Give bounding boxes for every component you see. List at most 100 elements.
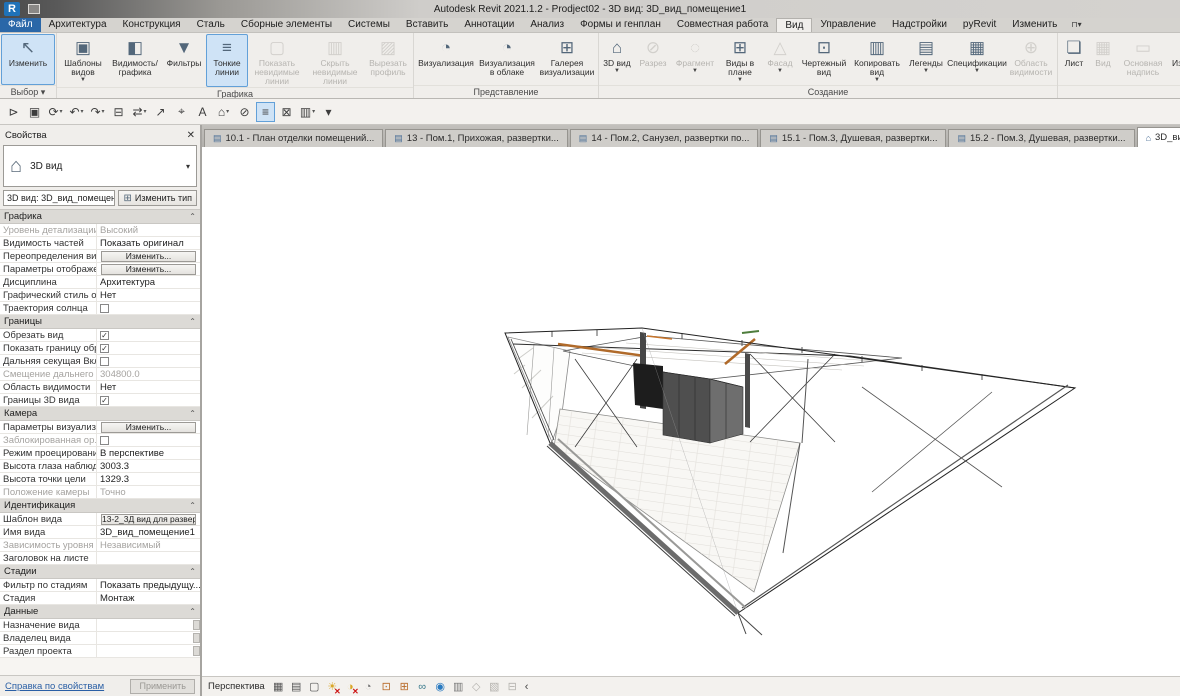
apply-button[interactable]: Применить [130, 678, 195, 694]
rendering-dialog-icon[interactable]: ◔ [360, 679, 377, 695]
temporary-view-properties-icon[interactable]: ▥ [450, 679, 467, 695]
property-value[interactable]: 3003.3 [97, 460, 200, 472]
collapse-arrow-icon[interactable]: ‹ [525, 681, 529, 693]
property-value[interactable]: ✓ [97, 394, 200, 406]
property-value[interactable] [97, 645, 193, 657]
menu-tab-pyrevit[interactable]: pyRevit [955, 18, 1004, 32]
ribbon-button-modify[interactable]: ↖ Изменить [1, 34, 55, 85]
ribbon-button-visibility-graphics[interactable]: ◧ Видимость/ графика [108, 34, 162, 87]
qat-undo-icon[interactable]: ↶ ▾ [67, 102, 86, 122]
menu-tab-addins[interactable]: Надстройки [884, 18, 955, 32]
property-edit-button[interactable]: Изменить... [101, 264, 196, 275]
checkbox-checked[interactable]: ✓ [100, 396, 109, 405]
property-value[interactable] [97, 302, 200, 314]
ribbon-button-sheet[interactable]: ❏ Лист [1059, 34, 1089, 85]
ribbon-button-plan-views[interactable]: ⊞ Виды в плане ▼ [718, 34, 762, 85]
menu-tab-structure[interactable]: Конструкция [115, 18, 189, 32]
sun-path-icon[interactable]: ☀ ✕ [324, 679, 340, 696]
property-value[interactable]: ✓ [97, 342, 200, 354]
section-header-Границы[interactable]: Границы ⌃ [0, 315, 200, 329]
visual-style-icon[interactable]: ▢ [306, 679, 323, 695]
checkbox-checked[interactable]: ✓ [100, 331, 109, 340]
scale-icon[interactable]: ▦ [270, 679, 287, 695]
property-value[interactable]: 1329.3 [97, 473, 200, 485]
section-header-Графика[interactable]: Графика ⌃ [0, 210, 200, 224]
property-value[interactable]: Нет [97, 289, 200, 301]
property-value[interactable]: 13-2_3Д вид для разверт [97, 513, 200, 525]
show-crop-region-icon[interactable]: ⊞ [396, 679, 413, 695]
ribbon-button-3d-view[interactable]: ⌂ 3D вид ▼ [600, 34, 634, 85]
ribbon-display-toggle-icon[interactable]: ⊓▾ [1065, 18, 1087, 32]
view-tab-tab-3d[interactable]: ⌂3D_вид_помещение1✕ [1136, 127, 1180, 147]
menu-tab-collaborate[interactable]: Совместная работа [669, 18, 777, 32]
checkbox-unchecked[interactable] [100, 436, 109, 445]
crop-view-icon[interactable]: ⊡ [378, 679, 395, 695]
chevron-down-icon[interactable]: ▾ [186, 162, 190, 171]
collapse-icon[interactable]: ⌃ [189, 567, 196, 576]
qat-print-icon[interactable]: ⊟ [109, 102, 128, 122]
qat-customize-qat-icon[interactable]: ▾ [319, 102, 338, 122]
property-value[interactable]: 3D_вид_помещение1 [97, 526, 200, 538]
reveal-hidden-elements-icon[interactable]: ◉ [432, 679, 449, 695]
checkbox-checked[interactable]: ✓ [100, 344, 109, 353]
property-value[interactable] [97, 632, 193, 644]
property-value[interactable]: Показать предыдущу... [97, 579, 200, 591]
qat-sync-with-central-icon[interactable]: ⟳ ▾ [46, 102, 65, 122]
view-tab-tab-13[interactable]: ▤ 13 - Пом.1, Прихожая, развертки... [385, 129, 568, 147]
ribbon-button-duplicate-view[interactable]: ▥ Копировать вид ▼ [850, 34, 904, 85]
menu-tab-precast[interactable]: Сборные элементы [233, 18, 340, 32]
property-value[interactable]: Монтаж [97, 592, 200, 604]
checkbox-unchecked[interactable] [100, 304, 109, 313]
menu-tab-modify[interactable]: Изменить [1004, 18, 1065, 32]
ribbon-button-thin-lines[interactable]: ≡ Тонкие линии [206, 34, 248, 88]
qat-default-3d-view-icon[interactable]: ⌂ ▾ [214, 102, 233, 122]
collapse-icon[interactable]: ⌃ [189, 607, 196, 616]
menu-tab-analyze[interactable]: Анализ [522, 18, 572, 32]
property-value[interactable] [97, 355, 200, 367]
property-value[interactable]: Изменить... [97, 421, 200, 433]
collapse-icon[interactable]: ⌃ [189, 501, 196, 510]
property-value[interactable]: Показать оригинал [97, 237, 200, 249]
type-instance-select[interactable]: 3D вид: 3D_вид_помещение1 ▾ [3, 190, 116, 206]
view-scale-label[interactable]: Перспектива [208, 681, 265, 692]
menu-tab-insert[interactable]: Вставить [398, 18, 456, 32]
property-value[interactable] [97, 552, 200, 564]
detail-level-icon[interactable]: ▤ [288, 679, 305, 695]
qat-close-inactive-windows-icon[interactable]: ⊠ [277, 102, 296, 122]
property-value[interactable]: Нет [97, 381, 200, 393]
drawing-area[interactable] [202, 147, 1180, 676]
ribbon-button-filters[interactable]: ▼ Фильтры [162, 34, 206, 87]
property-edit-button[interactable]: Изменить... [101, 422, 196, 433]
menu-tab-annotate[interactable]: Аннотации [456, 18, 522, 32]
shadows-icon[interactable]: ◑ ✕ [342, 679, 359, 696]
section-header-Камера[interactable]: Камера ⌃ [0, 407, 200, 421]
row-end-button[interactable] [193, 620, 200, 630]
qat-open-icon[interactable]: ⊳ [4, 102, 23, 122]
ribbon-button-view-templates[interactable]: ▣ Шаблоны видов ▼ [58, 34, 108, 87]
section-header-Данные[interactable]: Данные ⌃ [0, 605, 200, 619]
row-end-button[interactable] [193, 633, 200, 643]
qat-save-icon[interactable]: ▣ [25, 102, 44, 122]
view-tab-tab-14[interactable]: ▤ 14 - Пом.2, Санузел, развертки по... [569, 129, 759, 147]
ribbon-button-drafting-view[interactable]: ⊡ Чертежный вид [798, 34, 850, 85]
qat-aligned-dimension-icon[interactable]: ↗ [151, 102, 170, 122]
qat-measure-icon[interactable]: ⇄ ▾ [130, 102, 149, 122]
analytical-model-icon[interactable]: ◇ [468, 679, 485, 695]
property-value[interactable] [97, 619, 193, 631]
menu-tab-architecture[interactable]: Архитектура [41, 18, 115, 32]
collapse-icon[interactable]: ⌃ [189, 212, 196, 221]
section-header-Идентификация[interactable]: Идентификация ⌃ [0, 499, 200, 513]
checkbox-unchecked[interactable] [100, 357, 109, 366]
property-edit-button[interactable]: Изменить... [101, 251, 196, 262]
qat-section-icon[interactable]: ⊘ [235, 102, 254, 122]
property-value[interactable]: Изменить... [97, 263, 200, 275]
collapse-icon[interactable]: ⌃ [189, 409, 196, 418]
qat-thin-lines-icon[interactable]: ≡ [256, 101, 275, 122]
ribbon-button-render-in-cloud[interactable]: ◔ Визуализация в облаке [477, 34, 537, 85]
ribbon-button-render-gallery[interactable]: ⊞ Галерея визуализации [537, 34, 597, 85]
ribbon-button-revisions[interactable]: △Изменения [1169, 34, 1180, 85]
ribbon-button-legends[interactable]: ▤ Легенды ▼ [904, 34, 948, 85]
menu-tab-steel[interactable]: Сталь [189, 18, 233, 32]
menu-tab-massing-site[interactable]: Формы и генплан [572, 18, 669, 32]
view-tab-tab-15-1[interactable]: ▤ 15.1 - Пом.3, Душевая, развертки... [760, 129, 947, 147]
